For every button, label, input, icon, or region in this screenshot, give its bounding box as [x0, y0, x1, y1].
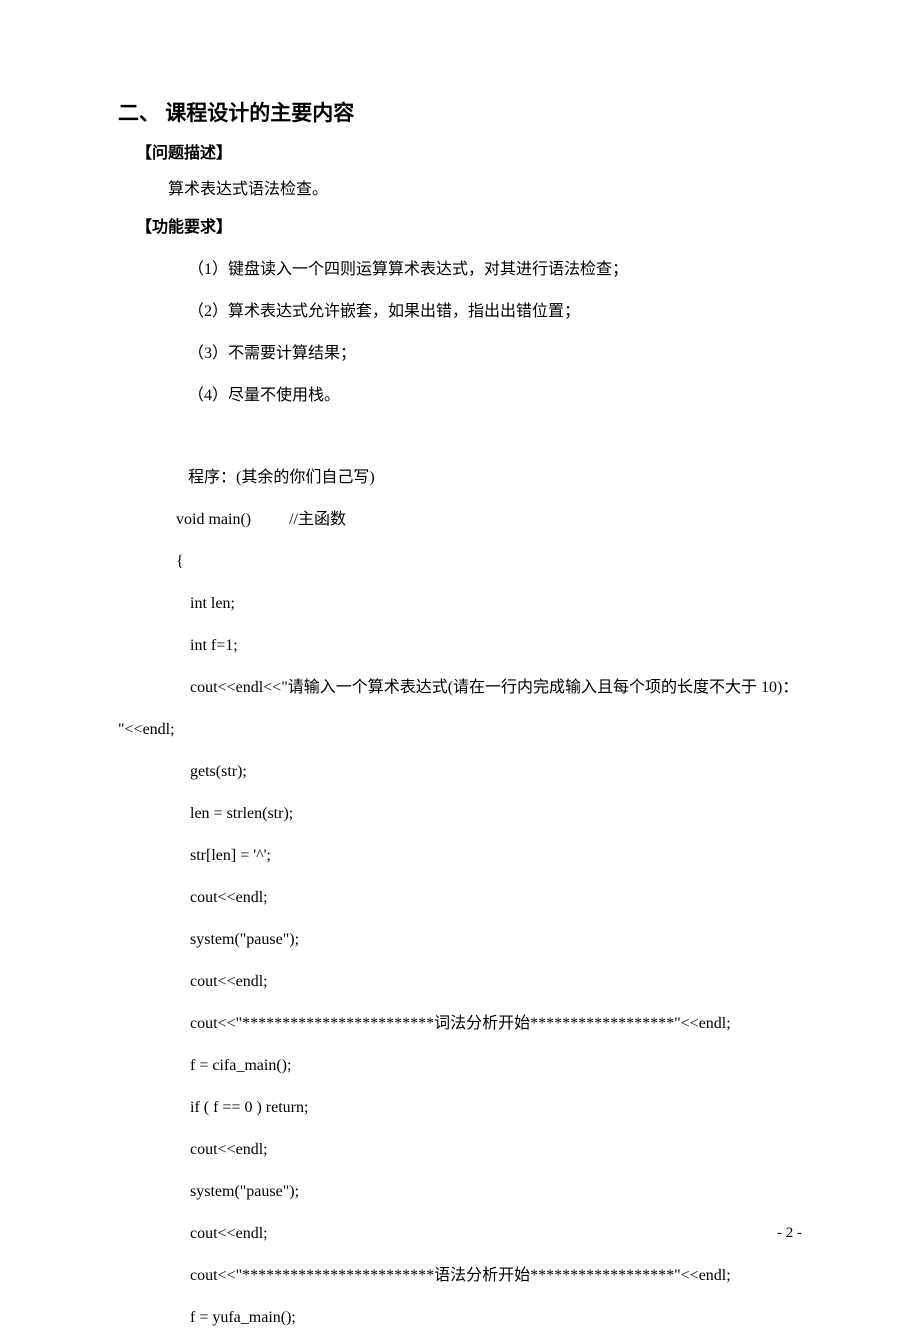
code-cout-prompt-b: "<<endl; [118, 718, 802, 742]
code-intro: 程序：(其余的你们自己写) [188, 466, 802, 490]
code-line: int len; [190, 592, 802, 616]
code-line: len = strlen(str); [190, 802, 802, 826]
section-req-title: 【功能要求】 [136, 216, 802, 240]
page-number: - 2 - [777, 1225, 802, 1242]
code-line: int f=1; [190, 634, 802, 658]
code-line: f = yufa_main(); [190, 1306, 802, 1330]
requirement-4: （4）尽量不使用栈。 [188, 384, 802, 408]
code-line: cout<<endl; [190, 1222, 802, 1246]
code-main-signature: void main() //主函数 [176, 508, 802, 532]
document-page: 二、 课程设计的主要内容 【问题描述】 算术表达式语法检查。 【功能要求】 （1… [0, 0, 920, 1330]
requirement-1: （1）键盘读入一个四则运算算术表达式，对其进行语法检查； [188, 258, 802, 282]
code-line: cout<<"************************语法分析开始***… [190, 1264, 802, 1288]
code-line: gets(str); [190, 760, 802, 784]
code-line: cout<<"************************词法分析开始***… [190, 1012, 802, 1036]
code-line: system("pause"); [190, 928, 802, 952]
code-open-brace: { [176, 550, 802, 574]
spacer [118, 426, 802, 466]
code-line: f = cifa_main(); [190, 1054, 802, 1078]
requirement-2: （2）算术表达式允许嵌套，如果出错，指出出错位置； [188, 300, 802, 324]
code-main-comment: //主函数 [289, 511, 346, 528]
code-line: str[len] = '^'; [190, 844, 802, 868]
code-cout-prompt-a: cout<<endl<<"请输入一个算术表达式(请在一行内完成输入且每个项的长度… [190, 676, 802, 700]
heading-main: 二、 课程设计的主要内容 [118, 98, 802, 130]
code-line: system("pause"); [190, 1180, 802, 1204]
code-line: cout<<endl; [190, 1138, 802, 1162]
section-problem-text: 算术表达式语法检查。 [168, 178, 802, 202]
section-problem-title: 【问题描述】 [136, 142, 802, 166]
requirement-3: （3）不需要计算结果； [188, 342, 802, 366]
code-main-fn: void main() [176, 511, 251, 528]
code-line: cout<<endl; [190, 886, 802, 910]
code-line: cout<<endl; [190, 970, 802, 994]
code-line: if ( f == 0 ) return; [190, 1096, 802, 1120]
